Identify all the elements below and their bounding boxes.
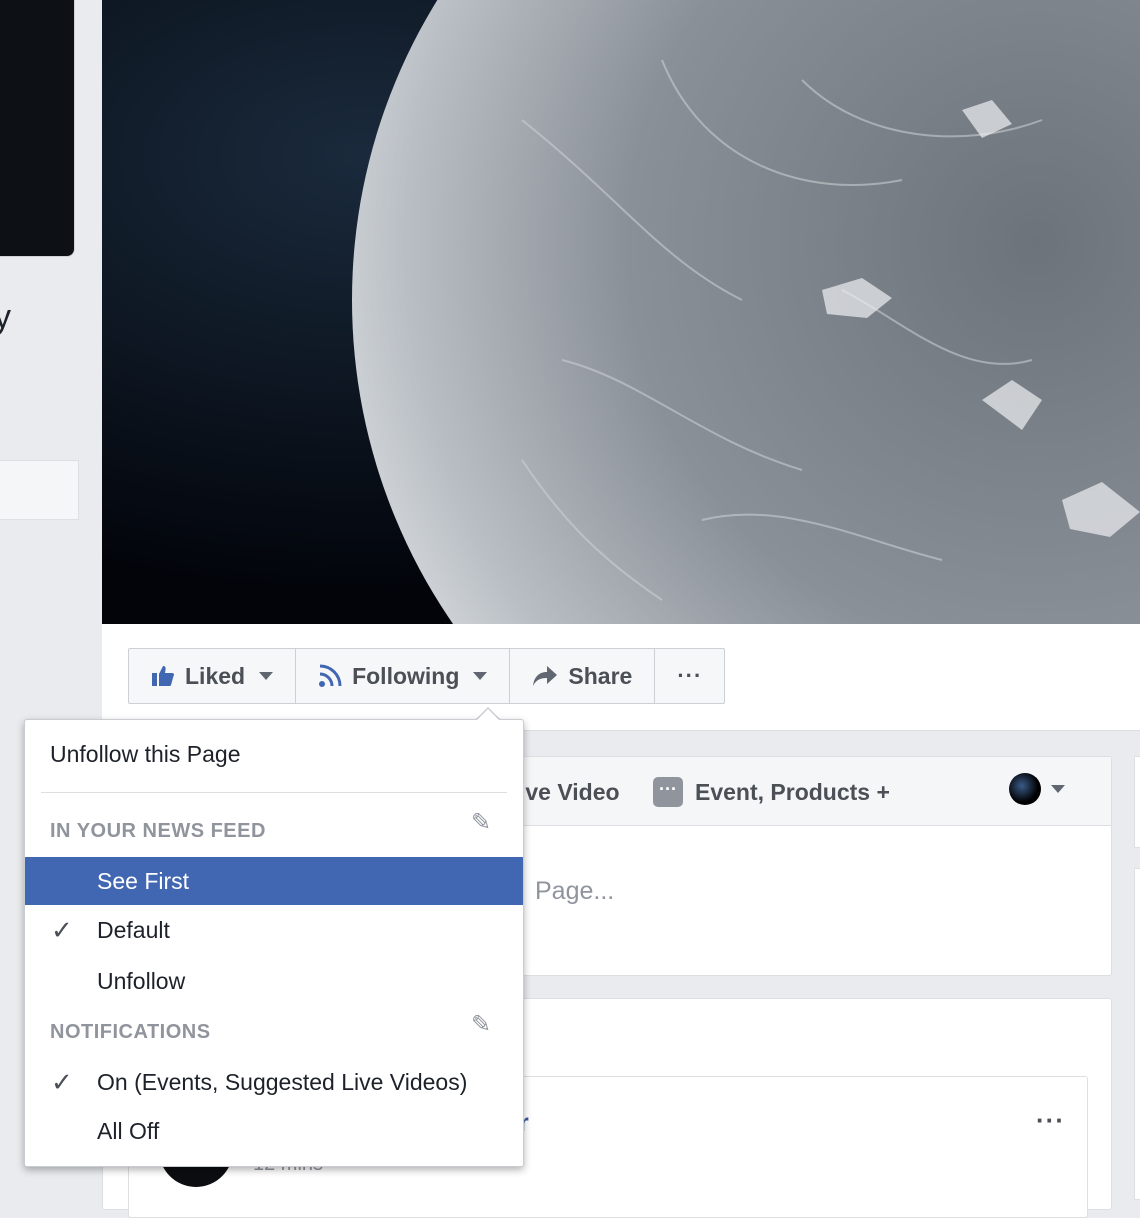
avatar[interactable] [1009, 773, 1041, 805]
chevron-down-icon [259, 672, 274, 680]
sidebar-box[interactable] [0, 460, 79, 520]
more-actions-button[interactable]: ··· [655, 649, 724, 703]
menu-item-unfollow[interactable]: Unfollow [25, 957, 523, 1005]
menu-item-see-first[interactable]: See First [25, 857, 523, 905]
right-column-box [1134, 756, 1140, 848]
menu-item-label: On (Events, Suggested Live Videos) [97, 1069, 468, 1095]
chevron-down-icon [473, 672, 488, 680]
pencil-icon[interactable]: ✎ [471, 1010, 491, 1039]
live-video-option[interactable]: ive Video [519, 779, 620, 806]
menu-item-default[interactable]: ✓ Default [25, 906, 523, 954]
menu-item-unfollow-page[interactable]: Unfollow this Page [25, 730, 523, 778]
page-name-fragment: y [0, 298, 11, 336]
event-icon: ··· [653, 777, 683, 807]
rss-icon [319, 664, 342, 687]
page-action-bar: Liked Following Share ··· [128, 648, 726, 704]
post-options-button[interactable]: ··· [1036, 1105, 1065, 1136]
menu-pointer-fill [477, 709, 499, 720]
cover-photo[interactable] [102, 0, 1140, 624]
menu-item-label: All Off [97, 1118, 160, 1144]
menu-item-label: Unfollow [97, 968, 186, 994]
composer-input[interactable]: Page... [535, 877, 614, 906]
checkmark-icon: ✓ [51, 1067, 73, 1097]
liked-button[interactable]: Liked [129, 649, 297, 703]
news-feed-header: IN YOUR NEWS FEED [50, 820, 266, 842]
liked-label: Liked [185, 662, 246, 689]
notifications-header: NOTIFICATIONS [50, 1021, 211, 1043]
following-button[interactable]: Following [296, 649, 511, 703]
following-label: Following [352, 662, 460, 689]
menu-item-label: See First [97, 868, 190, 894]
menu-item-label: Default [97, 917, 170, 943]
event-products-option[interactable]: Event, Products + [695, 779, 890, 806]
checkmark-icon: ✓ [51, 915, 73, 945]
menu-item-notifications-on[interactable]: ✓ On (Events, Suggested Live Videos) [25, 1058, 523, 1106]
share-label: Share [568, 662, 633, 689]
share-button[interactable]: Share [510, 649, 656, 703]
menu-divider [41, 792, 507, 793]
pencil-icon[interactable]: ✎ [471, 808, 491, 837]
chevron-down-icon[interactable] [1051, 785, 1065, 793]
more-icon: ··· [677, 663, 703, 688]
share-arrow-icon [533, 666, 558, 686]
profile-picture[interactable] [0, 0, 75, 257]
menu-item-label: Unfollow this Page [50, 741, 241, 767]
thumbs-up-icon [152, 666, 174, 686]
menu-item-all-off[interactable]: All Off [25, 1107, 523, 1155]
right-column-box [1134, 868, 1140, 1200]
following-dropdown-menu: Unfollow this Page IN YOUR NEWS FEED ✎ S… [24, 719, 524, 1167]
